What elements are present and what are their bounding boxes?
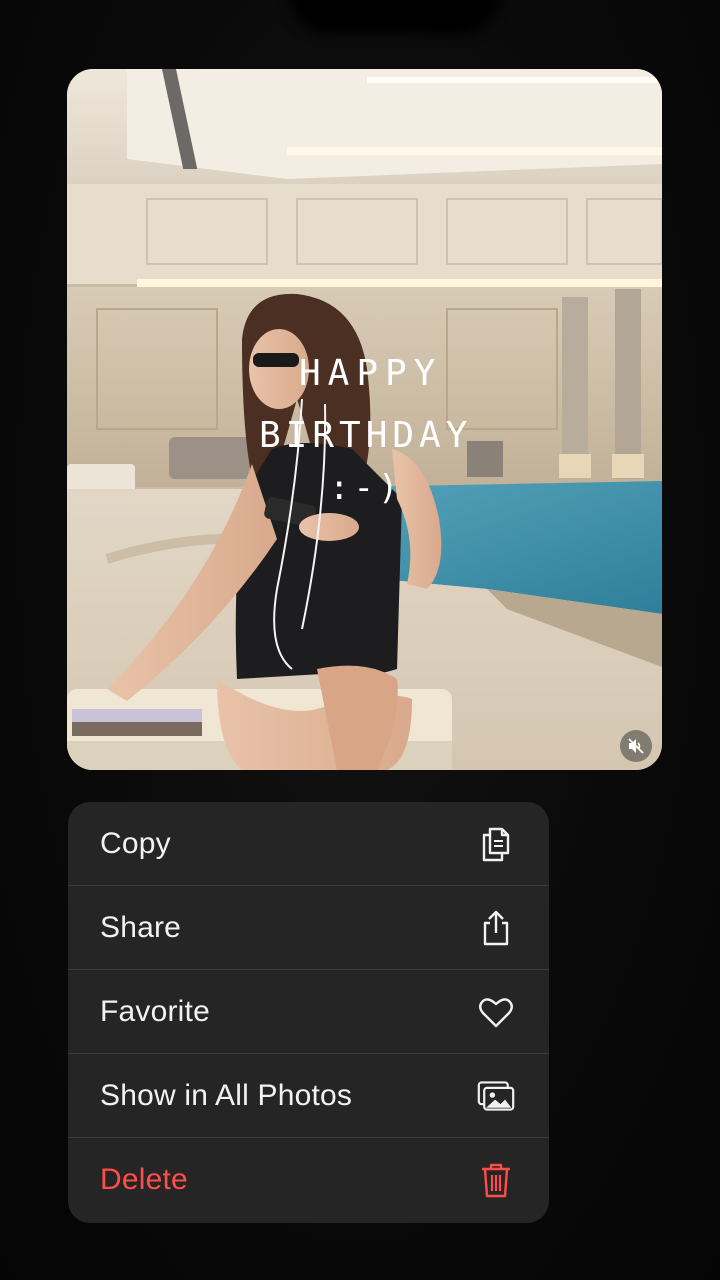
caption-line-2: BIRTHDAY bbox=[259, 415, 472, 456]
menu-item-label: Delete bbox=[100, 1163, 188, 1196]
menu-item-label: Share bbox=[100, 910, 182, 944]
menu-item-favorite[interactable]: Favorite bbox=[68, 970, 549, 1054]
speaker-muted-icon[interactable] bbox=[620, 730, 652, 762]
photo-image: HAPPY BIRTHDAY :-) bbox=[67, 69, 662, 770]
menu-item-delete[interactable]: Delete bbox=[68, 1138, 549, 1222]
menu-item-label: Show in All Photos bbox=[100, 1078, 353, 1112]
menu-item-label: Copy bbox=[100, 826, 171, 860]
caption-line-3: :-) bbox=[329, 468, 402, 508]
menu-item-label: Favorite bbox=[100, 994, 210, 1028]
menu-item-show-in-all-photos[interactable]: Show in All Photos bbox=[68, 1054, 549, 1138]
share-icon bbox=[477, 909, 515, 947]
heart-icon bbox=[477, 993, 515, 1031]
caption-line-1: HAPPY bbox=[299, 353, 442, 394]
menu-item-copy[interactable]: Copy bbox=[68, 802, 549, 886]
menu-item-share[interactable]: Share bbox=[68, 886, 549, 970]
copy-icon bbox=[477, 825, 515, 863]
trash-icon bbox=[477, 1161, 515, 1199]
photos-icon bbox=[477, 1077, 515, 1115]
photo-preview[interactable]: HAPPY BIRTHDAY :-) bbox=[67, 69, 662, 770]
context-menu: Copy Share Favorite Show in All Photos D… bbox=[68, 802, 549, 1223]
screen: HAPPY BIRTHDAY :-) Copy Share Favorite S… bbox=[0, 0, 720, 1280]
dynamic-island bbox=[290, 0, 500, 34]
